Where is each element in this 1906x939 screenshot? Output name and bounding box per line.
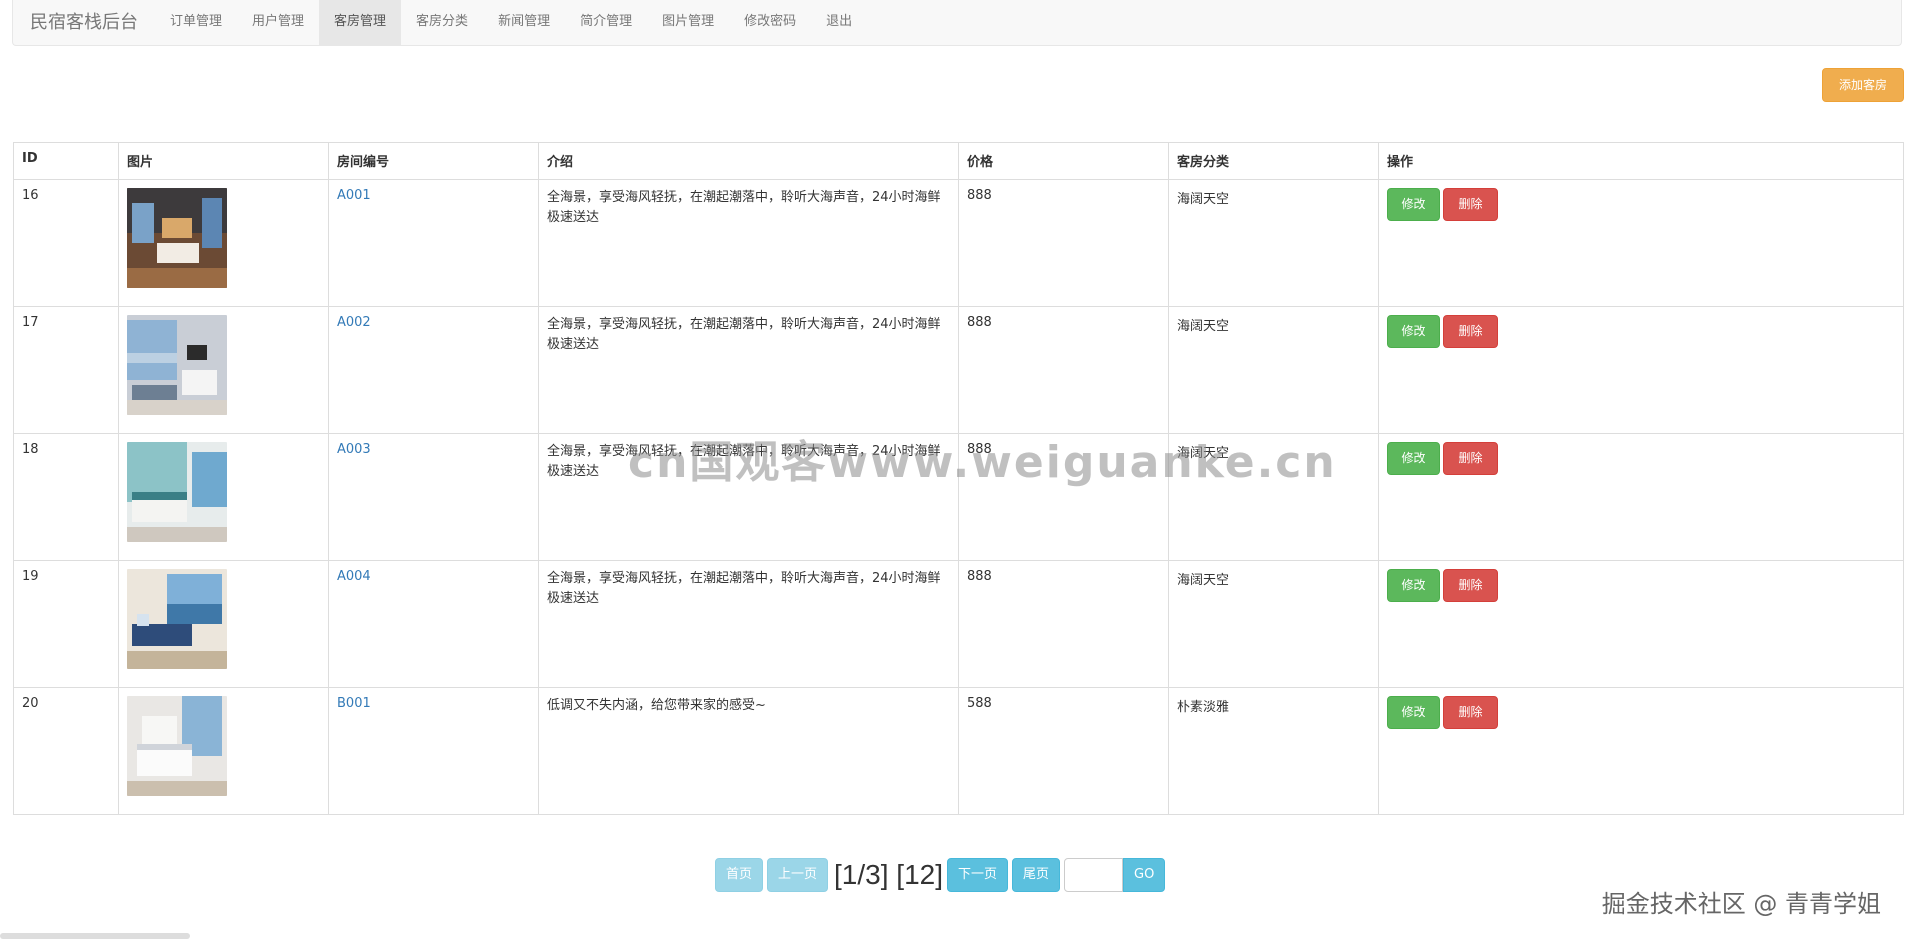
- col-header-image: 图片: [118, 142, 329, 180]
- table-row: 16 A001 全海景，享受海风轻抚，在潮起潮落中，聆听大海声音，24小时海鲜极…: [13, 179, 1904, 307]
- edit-button[interactable]: 修改: [1387, 569, 1440, 602]
- cell-id: 17: [13, 306, 119, 434]
- delete-button[interactable]: 删除: [1443, 442, 1498, 475]
- nav-room-categories[interactable]: 客房分类: [401, 0, 483, 46]
- page-info: [1/3] [12]: [834, 859, 943, 890]
- edit-button[interactable]: 修改: [1387, 696, 1440, 729]
- nav-orders[interactable]: 订单管理: [155, 0, 237, 46]
- cell-description: 全海景，享受海风轻抚，在潮起潮落中，聆听大海声音，24小时海鲜极速送达: [538, 306, 959, 434]
- nav-news[interactable]: 新闻管理: [483, 0, 565, 46]
- delete-button[interactable]: 删除: [1443, 696, 1498, 729]
- cell-id: 18: [13, 433, 119, 561]
- first-page-button[interactable]: 首页: [715, 858, 764, 892]
- nav-logout[interactable]: 退出: [811, 0, 867, 46]
- cell-price: 888: [958, 306, 1169, 434]
- cell-actions: 修改 删除: [1378, 433, 1904, 561]
- brand-title[interactable]: 民宿客栈后台: [13, 0, 155, 46]
- add-room-button[interactable]: 添加客房: [1822, 68, 1904, 102]
- cell-image: [118, 433, 329, 561]
- prev-page-button[interactable]: 上一页: [767, 858, 829, 892]
- room-number-link[interactable]: A001: [337, 188, 371, 203]
- cell-image: [118, 560, 329, 688]
- cell-actions: 修改 删除: [1378, 179, 1904, 307]
- cell-image: [118, 687, 329, 815]
- footer-credit: 掘金技术社区 @ 青青学姐: [1601, 890, 1881, 918]
- cell-category: 海阔天空: [1168, 306, 1379, 434]
- cell-category: 海阔天空: [1168, 560, 1379, 688]
- nav-users[interactable]: 用户管理: [237, 0, 319, 46]
- cell-actions: 修改 删除: [1378, 306, 1904, 434]
- room-photo: [127, 696, 227, 796]
- room-photo: [127, 315, 227, 415]
- cell-room-number: B001: [328, 687, 539, 815]
- cell-actions: 修改 删除: [1378, 560, 1904, 688]
- cell-image: [118, 306, 329, 434]
- cell-price: 588: [958, 687, 1169, 815]
- watermark: cn国观客www.weiguanke.cn: [628, 437, 1337, 488]
- room-number-link[interactable]: A003: [337, 442, 371, 457]
- col-header-actions: 操作: [1378, 142, 1904, 180]
- nav-intro[interactable]: 简介管理: [565, 0, 647, 46]
- delete-button[interactable]: 删除: [1443, 569, 1498, 602]
- room-photo: [127, 569, 227, 669]
- room-photo: [127, 442, 227, 542]
- cell-price: 888: [958, 179, 1169, 307]
- next-page-button[interactable]: 下一页: [947, 858, 1009, 892]
- col-header-description: 介绍: [538, 142, 959, 180]
- horizontal-scrollbar[interactable]: [0, 933, 190, 939]
- room-number-link[interactable]: A002: [337, 315, 371, 330]
- top-navbar: 民宿客栈后台 订单管理 用户管理 客房管理 客房分类 新闻管理 简介管理 图片管…: [12, 0, 1902, 46]
- cell-id: 16: [13, 179, 119, 307]
- col-header-category: 客房分类: [1168, 142, 1379, 180]
- room-number-link[interactable]: B001: [337, 696, 371, 711]
- edit-button[interactable]: 修改: [1387, 315, 1440, 348]
- cell-room-number: A004: [328, 560, 539, 688]
- cell-room-number: A002: [328, 306, 539, 434]
- cell-description: 全海景，享受海风轻抚，在潮起潮落中，聆听大海声音，24小时海鲜极速送达: [538, 179, 959, 307]
- table-row: 20 B001 低调又不失内涵，给您带来家的感受~ 588 朴素淡雅 修改 删除: [13, 687, 1904, 815]
- room-number-link[interactable]: A004: [337, 569, 371, 584]
- nav-images[interactable]: 图片管理: [647, 0, 729, 46]
- table-header-row: ID 图片 房间编号 介绍 价格 客房分类 操作: [13, 142, 1904, 180]
- go-button[interactable]: GO: [1123, 858, 1166, 892]
- cell-price: 888: [958, 560, 1169, 688]
- room-photo: [127, 188, 227, 288]
- cell-actions: 修改 删除: [1378, 687, 1904, 815]
- cell-image: [118, 179, 329, 307]
- edit-button[interactable]: 修改: [1387, 188, 1440, 221]
- cell-room-number: A001: [328, 179, 539, 307]
- col-header-room-number: 房间编号: [328, 142, 539, 180]
- cell-category: 朴素淡雅: [1168, 687, 1379, 815]
- nav-change-password[interactable]: 修改密码: [729, 0, 811, 46]
- cell-room-number: A003: [328, 433, 539, 561]
- cell-id: 19: [13, 560, 119, 688]
- last-page-button[interactable]: 尾页: [1012, 858, 1061, 892]
- table-row: 17 A002 全海景，享受海风轻抚，在潮起潮落中，聆听大海声音，24小时海鲜极…: [13, 306, 1904, 434]
- cell-description: 低调又不失内涵，给您带来家的感受~: [538, 687, 959, 815]
- cell-description: 全海景，享受海风轻抚，在潮起潮落中，聆听大海声音，24小时海鲜极速送达: [538, 560, 959, 688]
- page-number-input[interactable]: [1064, 858, 1124, 892]
- pagination: 首页 上一页 [1/3] [12] 下一页 尾页 GO: [715, 858, 1169, 892]
- cell-id: 20: [13, 687, 119, 815]
- delete-button[interactable]: 删除: [1443, 315, 1498, 348]
- cell-category: 海阔天空: [1168, 179, 1379, 307]
- delete-button[interactable]: 删除: [1443, 188, 1498, 221]
- edit-button[interactable]: 修改: [1387, 442, 1440, 475]
- col-header-id: ID: [13, 142, 119, 180]
- nav-rooms[interactable]: 客房管理: [319, 0, 402, 46]
- col-header-price: 价格: [958, 142, 1169, 180]
- table-row: 19 A004 全海景，享受海风轻抚，在潮起潮落中，聆听大海声音，24小时海鲜极…: [13, 560, 1904, 688]
